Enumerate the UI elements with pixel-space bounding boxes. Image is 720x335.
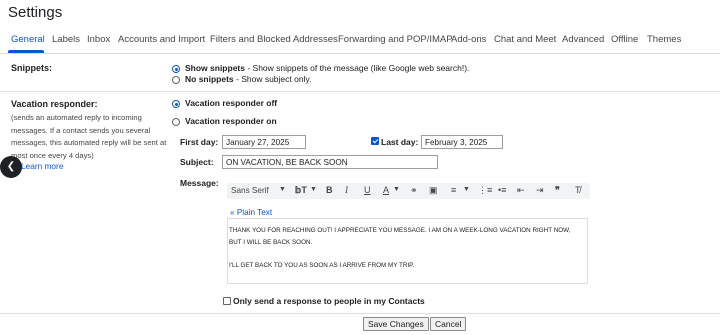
last-day-checkbox[interactable]: [371, 137, 379, 145]
vacation-responder-description: (sends an automated reply to incoming me…: [11, 113, 167, 160]
vacation-on-radio[interactable]: [172, 118, 180, 126]
vacation-off-label[interactable]: Vacation responder off: [185, 98, 277, 108]
vacation-off-radio[interactable]: [172, 100, 180, 108]
learn-more-link[interactable]: Learn more: [21, 161, 63, 171]
no-snippets-description: - Show subject only.: [233, 74, 312, 84]
section-divider: [0, 91, 720, 92]
show-snippets-description: - Show snippets of the message (like Goo…: [244, 63, 470, 73]
contacts-only-label: Only send a response to people in my Con…: [233, 296, 425, 306]
save-changes-button[interactable]: Save Changes: [363, 317, 429, 331]
indent-more-icon[interactable]: ⇥: [536, 185, 544, 196]
active-tab-indicator: [8, 50, 44, 53]
first-day-label: First day:: [180, 137, 219, 147]
message-label: Message:: [180, 178, 219, 188]
message-paragraph-1: THANK YOU FOR REACHING OUT! I APPRECIATE…: [229, 227, 571, 246]
italic-icon[interactable]: I: [345, 185, 348, 195]
no-snippets-radio[interactable]: [172, 76, 180, 84]
collapse-panel-button[interactable]: ❮: [0, 156, 22, 178]
no-snippets-label: No snippets: [185, 74, 234, 84]
tab-accounts-and-import[interactable]: Accounts and Import: [118, 34, 205, 45]
show-snippets-label: Show snippets: [185, 63, 245, 73]
message-paragraph-2: I'LL GET BACK TO YOU AS SOON AS I ARRIVE…: [229, 262, 415, 269]
vacation-responder-label: Vacation responder:: [11, 99, 98, 109]
numbered-list-icon[interactable]: ⋮≡: [478, 185, 492, 196]
last-day-field[interactable]: February 3, 2025: [421, 135, 503, 149]
indent-less-icon[interactable]: ⇤: [517, 185, 525, 196]
font-size-dropdown-icon[interactable]: ▼: [310, 186, 317, 193]
tab-general[interactable]: General: [11, 34, 45, 45]
show-snippets-option[interactable]: Show snippets - Show snippets of the mes…: [185, 63, 469, 73]
cancel-button[interactable]: Cancel: [430, 317, 467, 331]
formatting-toolbar: Sans Serif ▼ 𝕓T ▼ B I U A ▼ ⚭ ▣ ≡ ▼ ⋮≡ •…: [227, 183, 590, 199]
subject-label: Subject:: [180, 157, 214, 167]
font-family-dropdown-icon[interactable]: ▼: [279, 186, 286, 193]
align-icon[interactable]: ≡: [451, 185, 456, 195]
plain-text-link[interactable]: « Plain Text: [230, 208, 272, 217]
tab-offline[interactable]: Offline: [611, 34, 638, 45]
tab-chat-and-meet[interactable]: Chat and Meet: [494, 34, 556, 45]
remove-formatting-icon[interactable]: T̸: [575, 185, 581, 195]
quote-icon[interactable]: ❞: [555, 185, 560, 196]
tab-advanced[interactable]: Advanced: [562, 34, 604, 45]
tab-inbox[interactable]: Inbox: [87, 34, 110, 45]
bold-icon[interactable]: B: [326, 185, 333, 195]
text-color-dropdown-icon[interactable]: ▼: [393, 186, 400, 193]
font-family-select[interactable]: Sans Serif: [231, 186, 269, 195]
align-dropdown-icon[interactable]: ▼: [463, 186, 470, 193]
tab-themes[interactable]: Themes: [647, 34, 681, 45]
vacation-on-label[interactable]: Vacation responder on: [185, 116, 277, 126]
text-color-icon[interactable]: A: [383, 185, 389, 195]
first-day-field[interactable]: January 27, 2025: [222, 135, 306, 149]
underline-icon[interactable]: U: [364, 185, 371, 195]
chevron-left-icon: ❮: [6, 161, 16, 172]
snippets-label: Snippets:: [11, 63, 53, 73]
settings-tabs: General Labels Inbox Accounts and Import…: [0, 30, 720, 54]
subject-field[interactable]: ON VACATION, BE BACK SOON: [222, 155, 438, 169]
tab-add-ons[interactable]: Add-ons: [451, 34, 486, 45]
message-editor[interactable]: THANK YOU FOR REACHING OUT! I APPRECIATE…: [227, 218, 588, 284]
tab-forwarding-and-pop-imap[interactable]: Forwarding and POP/IMAP: [338, 34, 453, 45]
bulleted-list-icon[interactable]: •≡: [498, 185, 506, 195]
image-icon[interactable]: ▣: [429, 185, 438, 196]
font-size-icon[interactable]: 𝕓T: [295, 185, 307, 196]
contacts-only-checkbox[interactable]: [223, 297, 231, 305]
last-day-label: Last day:: [381, 137, 419, 147]
page-title: Settings: [8, 4, 63, 21]
tab-labels[interactable]: Labels: [52, 34, 80, 45]
show-snippets-radio[interactable]: [172, 65, 180, 73]
no-snippets-option[interactable]: No snippets - Show subject only.: [185, 74, 311, 84]
link-icon[interactable]: ⚭: [410, 185, 418, 196]
footer-divider: [0, 313, 720, 314]
tab-filters-and-blocked-addresses[interactable]: Filters and Blocked Addresses: [210, 34, 338, 45]
